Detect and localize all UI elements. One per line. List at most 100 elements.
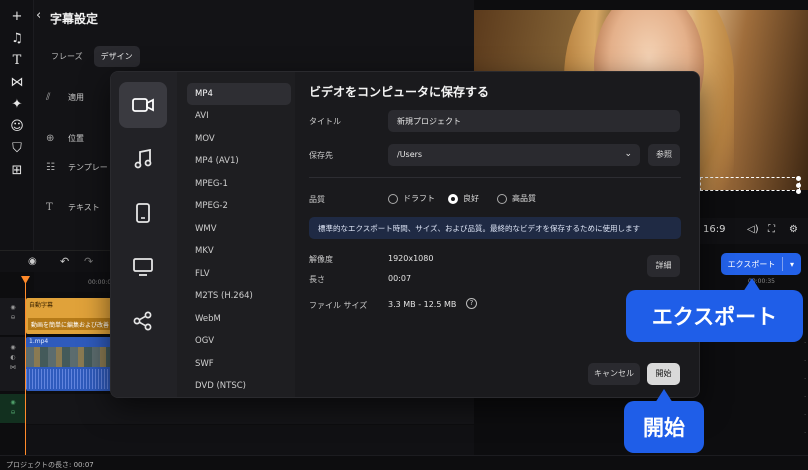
- playhead-handle[interactable]: [21, 276, 30, 284]
- export-button[interactable]: エクスポート ▾: [721, 253, 801, 275]
- format-item[interactable]: M2TS (H.264): [187, 285, 291, 307]
- volume-icon[interactable]: ◁): [747, 224, 759, 235]
- help-icon[interactable]: ?: [466, 298, 477, 309]
- save-to-label: 保存先: [309, 151, 333, 160]
- format-item[interactable]: MP4: [187, 83, 291, 105]
- row-position[interactable]: ⊕ 位置: [46, 133, 84, 144]
- dialog-title: ビデオをコンピュータに保存する: [309, 85, 490, 99]
- resolution-label: 解像度: [309, 255, 333, 264]
- transition-icon[interactable]: ⋈: [8, 74, 26, 92]
- selection-handle[interactable]: [796, 183, 801, 188]
- row-template[interactable]: ☷ テンプレート: [46, 162, 116, 173]
- export-category-sidebar: [111, 72, 177, 397]
- category-audio[interactable]: [119, 136, 167, 182]
- format-item[interactable]: DVD (NTSC): [187, 375, 291, 397]
- template-icon: ☷: [46, 162, 55, 173]
- quality-note: 標準的なエクスポート時間、サイズ、および品質。最終的なビデオを保存するために使用…: [309, 217, 681, 239]
- quality-high[interactable]: 高品質: [497, 193, 536, 204]
- subtitle-selection-box[interactable]: [700, 177, 800, 191]
- row-apply[interactable]: ⫽ 適用: [46, 92, 84, 103]
- redo-icon[interactable]: ↷: [84, 255, 93, 268]
- selection-handle[interactable]: [796, 176, 801, 181]
- browse-button[interactable]: 参照: [648, 144, 680, 166]
- audio-meter: --- ---: [804, 340, 806, 436]
- format-item[interactable]: MPEG-2: [187, 195, 291, 217]
- tab-phrase[interactable]: フレーズ: [44, 46, 90, 67]
- add-icon[interactable]: +: [8, 8, 26, 26]
- format-item[interactable]: MPEG-1: [187, 173, 291, 195]
- export-dialog: MP4 AVI MOV MP4 (AV1) MPEG-1 MPEG-2 WMV …: [111, 72, 699, 397]
- format-item[interactable]: SWF: [187, 353, 291, 375]
- link-icon[interactable]: ⊖: [0, 408, 26, 418]
- format-item[interactable]: FLV: [187, 263, 291, 285]
- export-settings: ビデオをコンピュータに保存する タイトル 新規プロジェクト 保存先 /Users…: [295, 72, 699, 397]
- row-text[interactable]: T テキスト: [46, 202, 100, 213]
- category-video[interactable]: [119, 82, 167, 128]
- filesize-value: 3.3 MB - 12.5 MB: [388, 300, 457, 309]
- detail-button[interactable]: 詳細: [647, 255, 680, 277]
- audio-track-header: ◉ ⊖: [0, 394, 26, 424]
- music-note-icon: [134, 149, 152, 169]
- grid-icon[interactable]: ⊞: [8, 162, 26, 180]
- video-track-header: ◉ ◐ ⋈: [0, 337, 26, 392]
- empty-track[interactable]: [26, 425, 474, 455]
- left-toolbar: + ♫ T ⋈ ✦ ☺ ⛉ ⊞: [0, 0, 34, 250]
- sticker-icon[interactable]: ☺: [8, 118, 26, 136]
- video-camera-icon: [132, 98, 154, 112]
- filesize-label: ファイル サイズ: [309, 301, 368, 310]
- format-item[interactable]: OGV: [187, 330, 291, 352]
- format-item[interactable]: WebM: [187, 308, 291, 330]
- eye-icon[interactable]: ◉: [0, 398, 26, 408]
- category-device[interactable]: [119, 190, 167, 236]
- radio-icon: [497, 193, 507, 204]
- fullscreen-icon[interactable]: ⛶: [768, 224, 775, 235]
- monitor-icon: [133, 258, 153, 276]
- save-to-select[interactable]: /Users ⌄: [388, 144, 640, 166]
- playhead[interactable]: [25, 276, 26, 461]
- project-length: プロジェクトの長さ: 00:07: [6, 461, 94, 469]
- start-button[interactable]: 開始: [647, 363, 680, 385]
- quality-good[interactable]: 良好: [448, 193, 479, 204]
- effects-icon[interactable]: ✦: [8, 96, 26, 114]
- record-icon[interactable]: ◉: [28, 256, 37, 267]
- tab-design[interactable]: デザイン: [93, 46, 140, 67]
- status-bar: プロジェクトの長さ: 00:07: [0, 455, 808, 470]
- settings-icon[interactable]: ⚙: [789, 224, 798, 235]
- audio-track[interactable]: [26, 394, 474, 424]
- category-tv[interactable]: [119, 244, 167, 290]
- radio-selected-icon: [448, 193, 458, 204]
- link-icon[interactable]: ⊖: [0, 313, 26, 323]
- music-icon[interactable]: ♫: [8, 30, 26, 48]
- format-item[interactable]: AVI: [187, 105, 291, 127]
- back-icon[interactable]: ‹: [36, 8, 41, 23]
- length-value: 00:07: [388, 274, 412, 283]
- start-callout: 開始: [624, 401, 704, 453]
- audio-icon[interactable]: ◐: [0, 353, 26, 363]
- format-item[interactable]: MP4 (AV1): [187, 150, 291, 172]
- category-share[interactable]: [119, 298, 167, 344]
- format-item[interactable]: MKV: [187, 240, 291, 262]
- format-list: MP4 AVI MOV MP4 (AV1) MPEG-1 MPEG-2 WMV …: [177, 72, 295, 397]
- eye-icon[interactable]: ◉: [0, 343, 26, 353]
- title-input[interactable]: 新規プロジェクト: [388, 110, 680, 132]
- text-tool-icon[interactable]: T: [8, 52, 26, 70]
- selection-handle[interactable]: [796, 189, 801, 194]
- chevron-down-icon: ⌄: [624, 149, 632, 159]
- divider: [309, 177, 681, 178]
- format-item[interactable]: WMV: [187, 218, 291, 240]
- mute-icon[interactable]: ⋈: [0, 363, 26, 373]
- undo-icon[interactable]: ↶: [60, 255, 69, 268]
- bag-icon[interactable]: ⛉: [8, 140, 26, 158]
- chevron-down-icon[interactable]: ▾: [783, 260, 801, 269]
- format-item[interactable]: MOV: [187, 128, 291, 150]
- aspect-ratio[interactable]: 16:9: [703, 224, 725, 235]
- subtitle-track-header: ◉ ⊖: [0, 298, 26, 336]
- share-icon: [133, 311, 152, 331]
- title-label: タイトル: [309, 117, 341, 126]
- radio-icon: [388, 193, 398, 204]
- eye-icon[interactable]: ◉: [0, 303, 26, 313]
- resolution-value: 1920x1080: [388, 254, 434, 263]
- length-label: 長さ: [309, 275, 325, 284]
- quality-draft[interactable]: ドラフト: [388, 193, 435, 204]
- cancel-button[interactable]: キャンセル: [588, 363, 640, 385]
